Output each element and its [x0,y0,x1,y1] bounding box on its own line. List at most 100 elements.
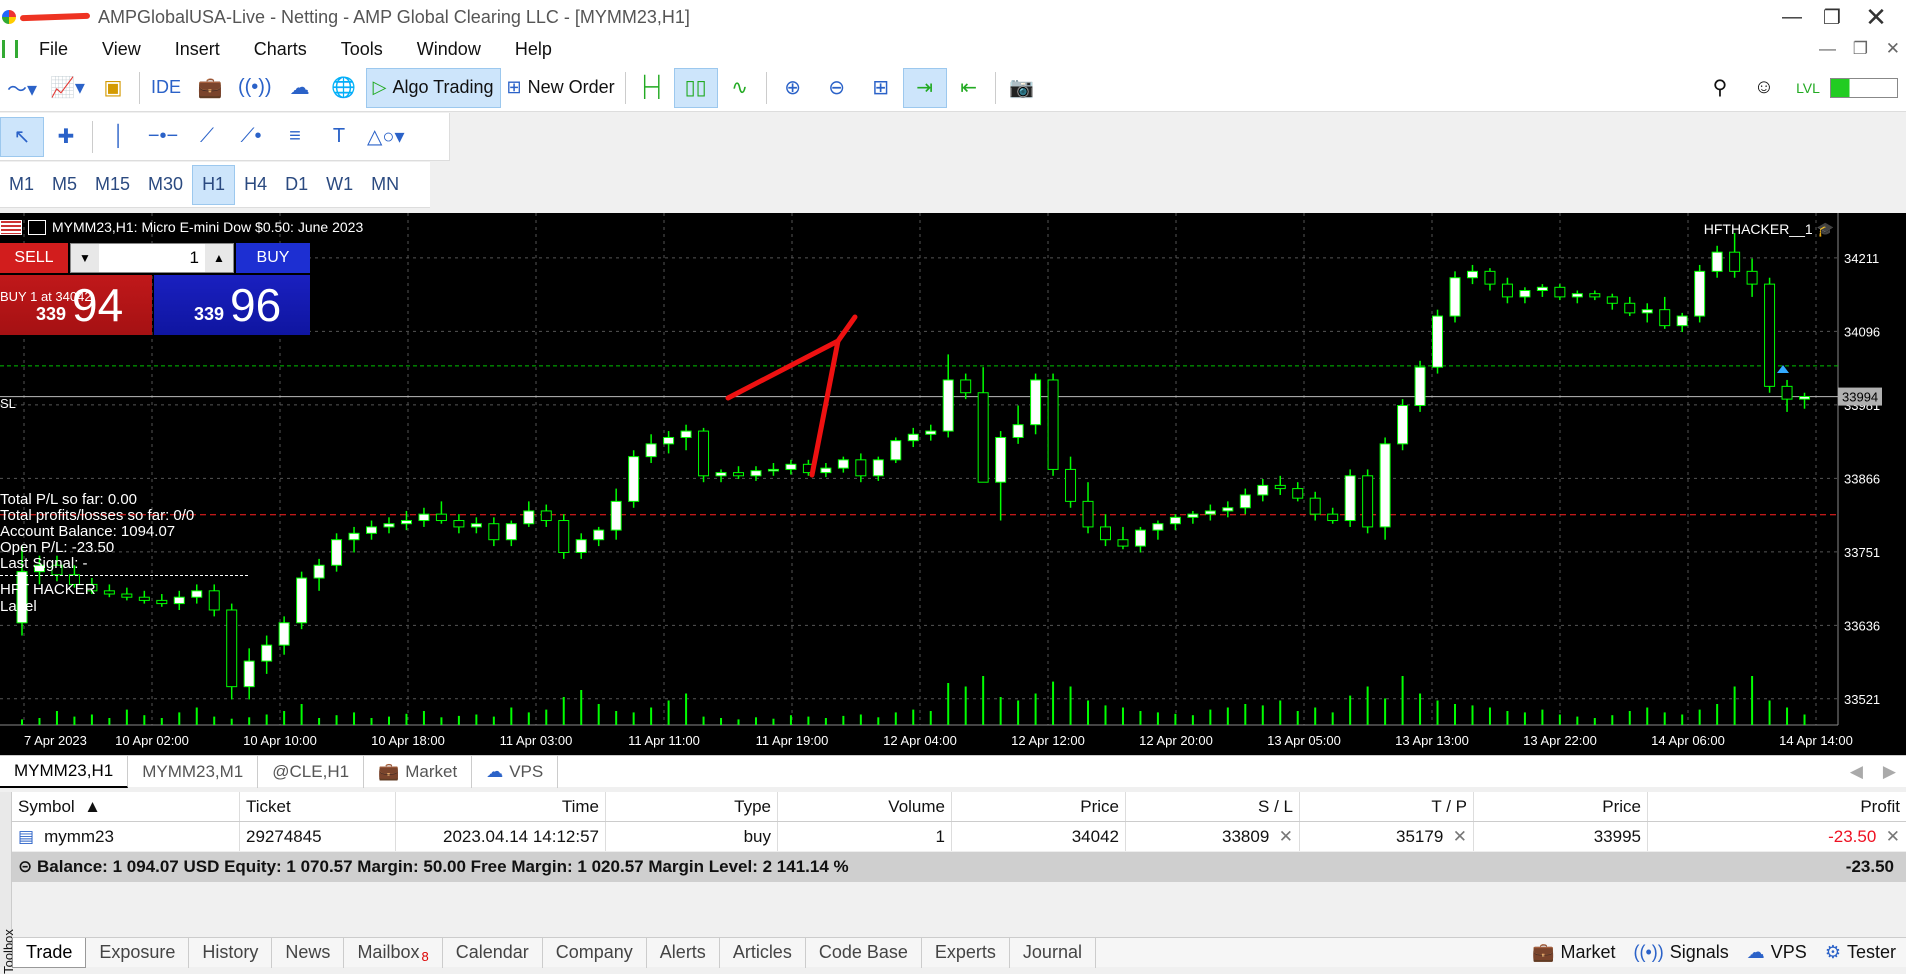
shapes-icon[interactable]: △○▾ [361,117,411,157]
channel-icon[interactable]: ⟋• [229,117,273,157]
sell-button[interactable]: SELL [0,243,68,273]
chart-tab-market[interactable]: 💼 Market [364,755,473,788]
buy-price-button[interactable]: 339 96 [154,275,310,335]
zoom-in-icon[interactable]: ⊕ [771,68,815,108]
line-chart-icon[interactable]: ∿ [718,68,762,108]
status-signals[interactable]: ((•)) Signals [1633,942,1728,963]
chart-tab-cle-h1[interactable]: @CLE,H1 [258,755,365,788]
status-vps[interactable]: ☁ VPS [1747,942,1807,963]
collapse-icon[interactable]: ⊝ [18,857,32,876]
bar-chart-icon[interactable]: ├┤ [630,68,674,108]
menu-insert[interactable]: Insert [158,39,237,60]
tf-mn[interactable]: MN [362,165,408,205]
tabs-scroll-left-icon[interactable]: ◀ [1840,762,1873,782]
child-restore-icon[interactable]: ❐ [1853,39,1868,59]
tab-mailbox[interactable]: Mailbox 8 [344,937,443,968]
status-tester[interactable]: ⚙ Tester [1825,942,1896,963]
tabs-scroll-right-icon[interactable]: ▶ [1873,762,1906,782]
lot-value[interactable]: 1 [99,248,205,268]
screenshot-icon[interactable]: 📷 [1000,68,1044,108]
candlestick-icon[interactable]: ▯▯ [673,67,718,108]
close-position-icon[interactable]: ✕ [1886,827,1900,847]
menu-file[interactable]: File [22,39,85,60]
tf-m15[interactable]: M15 [86,165,139,205]
tf-m5[interactable]: M5 [43,165,86,205]
child-close-icon[interactable]: ✕ [1886,39,1900,59]
lot-stepper[interactable]: ▼ 1 ▲ [70,243,234,273]
crosshair-icon[interactable]: ✚ [44,117,88,157]
zoom-out-icon[interactable]: ⊖ [815,68,859,108]
globe-icon[interactable]: 🌐 [322,68,366,108]
tab-experts[interactable]: Experts [922,937,1010,968]
tf-m1[interactable]: M1 [0,165,43,205]
trendline-icon[interactable]: ⟋ [185,117,229,157]
remove-sl-icon[interactable]: ✕ [1279,827,1293,847]
cursor-icon[interactable]: ↖ [0,116,44,157]
col-symbol[interactable]: Symbol ▲ [12,792,240,821]
col-ticket[interactable]: Ticket [240,792,396,821]
ea-name[interactable]: HFTHACKER__1 🎓 [1704,221,1834,238]
tab-news[interactable]: News [272,937,345,968]
tab-exposure[interactable]: Exposure [86,937,190,968]
col-profit[interactable]: Profit [1648,792,1906,821]
close-icon[interactable]: ✕ [1846,0,1906,34]
lvl-icon[interactable]: LVL [1786,68,1830,108]
table-row[interactable]: ▤ mymm23 29274845 2023.04.14 14:12:57 buy… [12,822,1906,852]
tab-journal[interactable]: Journal [1010,937,1096,968]
col-type[interactable]: Type [606,792,778,821]
tf-w1[interactable]: W1 [317,165,362,205]
menu-tools[interactable]: Tools [324,39,400,60]
chart-type-icon[interactable]: 〜▾ [0,68,44,108]
tab-code-base[interactable]: Code Base [806,937,922,968]
child-minimize-icon[interactable]: — [1819,39,1836,59]
tab-articles[interactable]: Articles [720,937,806,968]
lot-up-icon[interactable]: ▲ [205,244,233,272]
menu-view[interactable]: View [85,39,158,60]
new-order-button[interactable]: ⊞ New Order [501,68,621,108]
vertical-line-icon[interactable]: │ [97,117,141,157]
fibonacci-icon[interactable]: ≡ [273,117,317,157]
status-market[interactable]: 💼 Market [1532,942,1615,963]
cloud-icon[interactable]: ☁ [278,68,322,108]
tf-d1[interactable]: D1 [276,165,317,205]
tab-alerts[interactable]: Alerts [647,937,720,968]
tab-trade[interactable]: Trade [12,937,87,968]
tab-company[interactable]: Company [543,937,647,968]
menu-window[interactable]: Window [400,39,498,60]
menu-charts[interactable]: Charts [237,39,324,60]
horizontal-line-icon[interactable]: −•− [141,117,185,157]
ide-button[interactable]: IDE [144,68,188,108]
grid-icon[interactable]: ⊞ [859,68,903,108]
chart-area[interactable]: 7 Apr 2023 10 Apr 02:00 10 Apr 10:00 10 Apr… [0,213,1906,755]
signals-icon[interactable]: ((•)) [232,68,278,108]
col-volume[interactable]: Volume [778,792,952,821]
col-sl[interactable]: S / L [1126,792,1300,821]
account-summary-row[interactable]: ⊝ Balance: 1 094.07 USD Equity: 1 070.57… [12,852,1906,882]
col-current-price[interactable]: Price [1474,792,1648,821]
tf-h1[interactable]: H1 [192,164,236,205]
tf-m30[interactable]: M30 [139,165,192,205]
chart-tab-vps[interactable]: ☁ VPS [472,755,559,788]
chart-template-icon[interactable]: 📈▾ [44,68,91,108]
lot-down-icon[interactable]: ▼ [71,244,99,272]
col-tp[interactable]: T / P [1300,792,1474,821]
chart-tab-mymm23-h1[interactable]: MYMM23,H1 [0,755,129,788]
search-icon[interactable]: ⚲ [1698,68,1742,108]
col-price[interactable]: Price [952,792,1126,821]
toolbox-sidebar[interactable]: Toolbox [0,792,16,974]
dollar-icon[interactable]: ▣ [91,68,135,108]
algo-trading-button[interactable]: ▷ Algo Trading [365,67,501,108]
col-time[interactable]: Time [396,792,606,821]
remove-tp-icon[interactable]: ✕ [1453,827,1467,847]
buy-button[interactable]: BUY [236,243,310,273]
chart-shift-icon[interactable]: ⇤ [947,68,991,108]
tab-history[interactable]: History [189,937,273,968]
market-bag-icon[interactable]: 💼 [188,68,232,108]
sell-price-button[interactable]: 339 94 [0,275,152,335]
autoscroll-icon[interactable]: ⇥ [902,67,947,108]
account-icon[interactable]: ☺ [1742,68,1786,108]
chart-tab-mymm23-m1[interactable]: MYMM23,M1 [128,755,259,788]
tf-h4[interactable]: H4 [235,165,276,205]
menu-help[interactable]: Help [498,39,569,60]
tab-calendar[interactable]: Calendar [443,937,543,968]
